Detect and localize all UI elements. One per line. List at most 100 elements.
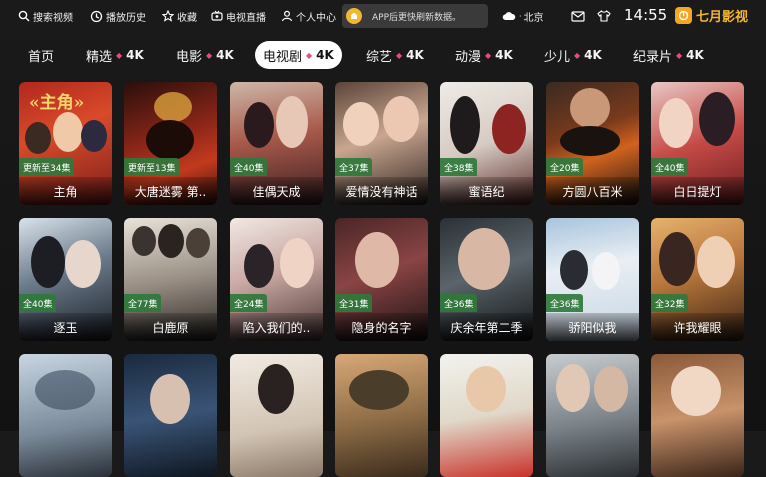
poster-card[interactable]: 全40集 白日提灯 bbox=[651, 82, 744, 205]
clock: 14:55 bbox=[624, 6, 668, 24]
brand: 七月影视 bbox=[675, 6, 748, 25]
episode-badge: 全32集 bbox=[651, 294, 689, 312]
card-title: 佳偶天成 bbox=[230, 177, 323, 205]
tab-featured[interactable]: 精选 ◆ 4K bbox=[86, 42, 144, 68]
episode-badge: 全36集 bbox=[546, 294, 584, 312]
shirt-icon bbox=[597, 10, 611, 22]
episode-badge: 全40集 bbox=[651, 158, 689, 176]
tv-icon bbox=[211, 10, 223, 21]
card-title: 许我耀眼 bbox=[651, 313, 744, 341]
star-icon bbox=[162, 10, 174, 22]
skin-button[interactable] bbox=[597, 7, 614, 25]
poster-card[interactable]: 更新至13集 大唐迷雾 第.. bbox=[124, 82, 217, 205]
tab-badge: 4K bbox=[686, 48, 704, 62]
poster-card[interactable] bbox=[230, 354, 323, 477]
notice-marquee[interactable]: APP后更快刷新数据。 bbox=[342, 4, 488, 28]
diamond-icon: ◆ bbox=[574, 50, 581, 60]
tab-movies[interactable]: 电影 ◆ 4K bbox=[176, 42, 234, 68]
poster-card[interactable] bbox=[440, 354, 533, 477]
weather-city: 北京 bbox=[523, 12, 544, 24]
card-title: 蜜语纪 bbox=[440, 177, 533, 205]
diamond-icon: ◆ bbox=[206, 50, 213, 60]
poster-card[interactable]: 全77集 白鹿原 bbox=[124, 218, 217, 341]
live-tv-label: 电视直播 bbox=[226, 12, 266, 24]
tab-label: 综艺 bbox=[366, 49, 393, 65]
episode-badge: 全38集 bbox=[440, 158, 478, 176]
profile-label: 个人中心 bbox=[296, 12, 336, 24]
favorites-button[interactable]: 收藏 bbox=[162, 7, 197, 25]
episode-badge: 全31集 bbox=[335, 294, 373, 312]
card-title: 庆余年第二季 bbox=[440, 313, 533, 341]
profile-button[interactable]: 个人中心 bbox=[281, 7, 336, 25]
card-title: 白鹿原 bbox=[124, 313, 217, 341]
card-title: 大唐迷雾 第.. bbox=[124, 177, 217, 205]
poster-card[interactable]: 全32集 许我耀眼 bbox=[651, 218, 744, 341]
tab-badge: 4K bbox=[216, 48, 234, 62]
poster-text: «主角» bbox=[29, 93, 85, 113]
tab-label: 少儿 bbox=[544, 49, 571, 65]
poster-card[interactable]: 全40集 逐玉 bbox=[19, 218, 112, 341]
brand-logo-icon bbox=[675, 7, 692, 24]
card-title: 陷入我们的.. bbox=[230, 313, 323, 341]
card-title: 骄阳似我 bbox=[546, 313, 639, 341]
tab-label: 动漫 bbox=[455, 49, 482, 65]
tab-label: 首页 bbox=[28, 49, 55, 65]
history-button[interactable]: 播放历史 bbox=[90, 7, 146, 25]
notice-icon bbox=[346, 8, 362, 24]
poster-card[interactable] bbox=[335, 354, 428, 477]
search-icon bbox=[18, 10, 30, 22]
weather: · 北京 bbox=[502, 7, 544, 25]
diamond-icon: ◆ bbox=[116, 50, 123, 60]
tab-badge: 4K bbox=[406, 48, 424, 62]
poster-card[interactable] bbox=[124, 354, 217, 477]
poster-card[interactable]: 全40集 佳偶天成 bbox=[230, 82, 323, 205]
poster-card[interactable]: 全38集 蜜语纪 bbox=[440, 82, 533, 205]
poster-card[interactable]: 全31集 隐身的名字 bbox=[335, 218, 428, 341]
diamond-icon: ◆ bbox=[485, 50, 492, 60]
history-icon bbox=[90, 10, 103, 22]
card-title: 主角 bbox=[19, 177, 112, 205]
live-tv-button[interactable]: 电视直播 bbox=[211, 7, 266, 25]
poster-card[interactable] bbox=[19, 354, 112, 477]
tab-variety[interactable]: 综艺 ◆ 4K bbox=[366, 42, 424, 68]
messages-button[interactable] bbox=[571, 7, 588, 25]
episode-badge: 全40集 bbox=[230, 158, 268, 176]
tab-label: 电视剧 bbox=[263, 49, 303, 65]
category-tabs: 首页 精选 ◆ 4K 电影 ◆ 4K 电视剧 ◆ 4K 综艺 ◆ 4K 动漫 ◆ 4K 少儿 ◆ 4K … bbox=[0, 40, 766, 70]
poster-card[interactable]: 全24集 陷入我们的.. bbox=[230, 218, 323, 341]
diamond-icon: ◆ bbox=[676, 50, 683, 60]
cloud-icon bbox=[502, 12, 516, 20]
poster-card[interactable]: 全20集 方圆八百米 bbox=[546, 82, 639, 205]
episode-badge: 全20集 bbox=[546, 158, 584, 176]
episode-badge: 全37集 bbox=[335, 158, 373, 176]
brand-name: 七月影视 bbox=[696, 10, 749, 25]
tab-badge: 4K bbox=[316, 48, 334, 62]
card-title: 逐玉 bbox=[19, 313, 112, 341]
episode-badge: 更新至13集 bbox=[124, 158, 180, 176]
card-title: 方圆八百米 bbox=[546, 177, 639, 205]
poster-card[interactable]: 全36集 骄阳似我 bbox=[546, 218, 639, 341]
episode-badge: 全36集 bbox=[440, 294, 478, 312]
poster-card[interactable] bbox=[546, 354, 639, 477]
tab-label: 精选 bbox=[86, 49, 113, 65]
episode-badge: 全77集 bbox=[124, 294, 162, 312]
tab-badge: 4K bbox=[584, 48, 602, 62]
tab-kids[interactable]: 少儿 ◆ 4K bbox=[544, 42, 602, 68]
tab-label: 电影 bbox=[176, 49, 203, 65]
tab-documentary[interactable]: 纪录片 ◆ 4K bbox=[633, 42, 704, 68]
tab-anime[interactable]: 动漫 ◆ 4K bbox=[455, 42, 513, 68]
poster-card[interactable]: «主角» 更新至34集 主角 bbox=[19, 82, 112, 205]
tab-label: 纪录片 bbox=[633, 49, 673, 65]
episode-badge: 更新至34集 bbox=[19, 158, 75, 176]
poster-card[interactable] bbox=[651, 354, 744, 477]
search-label: 搜索视频 bbox=[33, 12, 73, 24]
poster-card[interactable]: 全37集 爱情没有神话 bbox=[335, 82, 428, 205]
episode-badge: 全40集 bbox=[19, 294, 57, 312]
top-bar: 搜索视频 播放历史 收藏 电视直播 个人中心 APP后更快刷新数据。 · 北京 … bbox=[0, 0, 766, 32]
tab-tv-series[interactable]: 电视剧 ◆ 4K bbox=[255, 41, 342, 69]
notice-text: APP后更快刷新数据。 bbox=[372, 12, 462, 23]
poster-card[interactable]: 全36集 庆余年第二季 bbox=[440, 218, 533, 341]
search-button[interactable]: 搜索视频 bbox=[18, 7, 73, 25]
tab-home[interactable]: 首页 bbox=[28, 42, 54, 68]
card-title: 白日提灯 bbox=[651, 177, 744, 205]
